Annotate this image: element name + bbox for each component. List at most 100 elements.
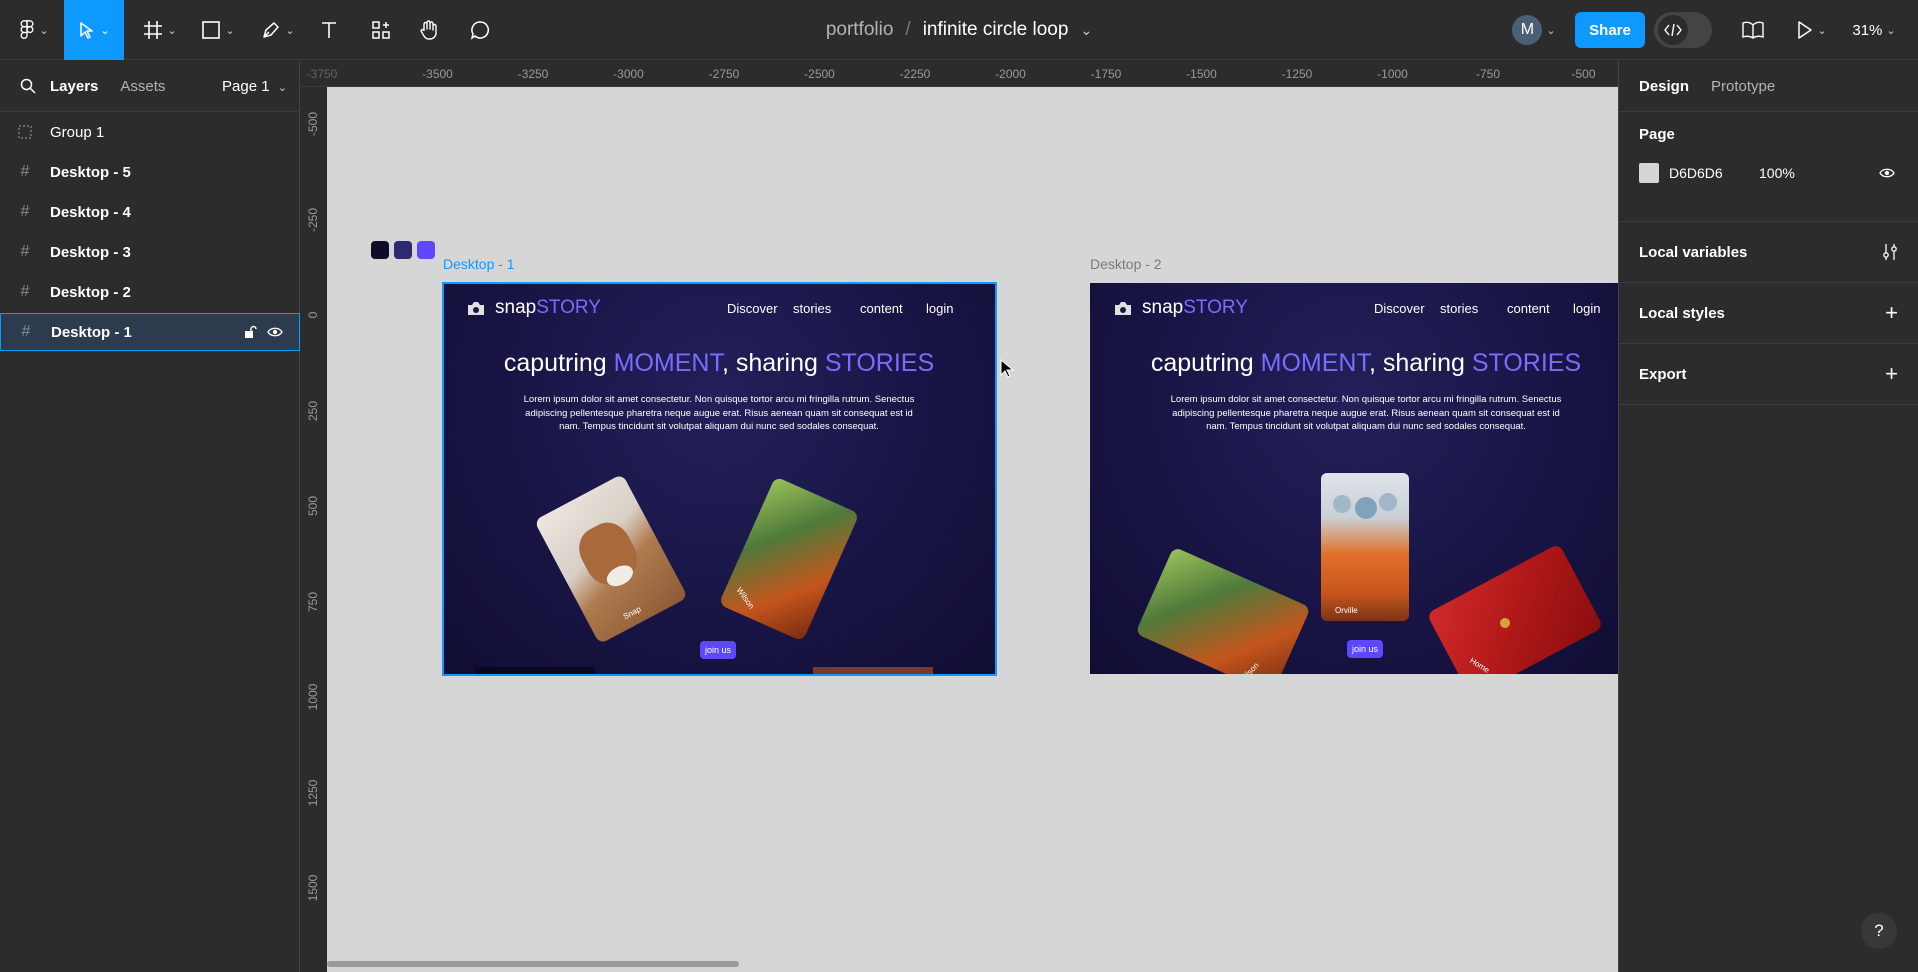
group-dashed-icon <box>0 125 50 139</box>
horizontal-scrollbar[interactable] <box>327 961 739 967</box>
join-button[interactable]: join us <box>1347 640 1384 658</box>
layer-desktop-4[interactable]: # Desktop - 4 <box>0 193 300 231</box>
unlock-icon[interactable] <box>243 325 257 343</box>
eye-icon[interactable] <box>1879 166 1895 180</box>
comment-tool-button[interactable] <box>465 0 495 60</box>
swatch-indigo[interactable] <box>394 241 412 259</box>
swatch-purple[interactable] <box>417 241 435 259</box>
help-button[interactable]: ? <box>1861 913 1897 949</box>
hand-tool-button[interactable] <box>414 0 444 60</box>
ruler-tick-label: 250 <box>306 400 320 421</box>
card-orville: Orville <box>1321 473 1409 621</box>
tab-design[interactable]: Design <box>1639 78 1689 95</box>
figma-menu-button[interactable]: ⌄ <box>14 0 54 60</box>
plus-icon[interactable]: + <box>1885 361 1898 387</box>
file-name[interactable]: infinite circle loop <box>923 19 1069 41</box>
move-tool-button[interactable]: ⌄ <box>64 0 124 60</box>
search-icon[interactable] <box>20 78 36 94</box>
page-color-hex[interactable]: D6D6D6 <box>1669 165 1723 181</box>
layer-label: Desktop - 1 <box>51 323 132 341</box>
tab-layers[interactable]: Layers <box>50 78 98 95</box>
ruler-tick-label: -1000 <box>1377 67 1408 81</box>
text-t-icon <box>322 22 336 38</box>
page-opacity[interactable]: 100% <box>1759 165 1795 181</box>
book-icon <box>1742 21 1764 39</box>
nav-content: content <box>1507 301 1550 316</box>
properties-tabs: Design Prototype <box>1619 61 1918 111</box>
layer-desktop-3[interactable]: # Desktop - 3 <box>0 233 300 271</box>
ruler-horizontal: -3750 -3500 -3250 -3000 -2750 -2500 -2250 -2000… <box>300 61 1618 87</box>
avatar-menu[interactable]: M ⌄ <box>1504 0 1564 60</box>
tab-prototype[interactable]: Prototype <box>1711 78 1775 95</box>
ruler-tick-label: -1250 <box>1281 67 1313 81</box>
library-button[interactable] <box>1738 0 1768 60</box>
frame-tool-button[interactable]: ⌄ <box>138 0 182 60</box>
share-button[interactable]: Share <box>1575 12 1645 48</box>
dev-mode-toggle[interactable] <box>1654 0 1712 60</box>
chevron-down-icon: ⌄ <box>1817 24 1827 37</box>
layer-desktop-1[interactable]: # Desktop - 1 <box>0 313 300 351</box>
camera-icon <box>1115 301 1131 315</box>
layers-panel: Layers Assets Page 1 ⌄ Group 1 # Desktop… <box>0 61 300 972</box>
breadcrumb-separator: / <box>905 19 911 40</box>
comment-bubble-icon <box>470 21 490 40</box>
sliders-icon[interactable] <box>1882 243 1898 261</box>
card-label: Home <box>1468 655 1492 674</box>
logo-story: STORY <box>1183 297 1248 318</box>
rectangle-icon <box>202 21 221 39</box>
shape-tool-button[interactable]: ⌄ <box>196 0 240 60</box>
local-styles-label: Local styles <box>1639 304 1725 322</box>
layer-label: Desktop - 5 <box>50 163 131 181</box>
zoom-menu[interactable]: 31% ⌄ <box>1846 0 1902 60</box>
ruler-tick-label: -2250 <box>899 67 931 81</box>
resources-tool-button[interactable] <box>366 0 396 60</box>
play-icon <box>1798 21 1813 39</box>
ruler-tick-label: -3250 <box>517 67 549 81</box>
ruler-tick-label: -3000 <box>613 67 644 81</box>
local-variables-section[interactable]: Local variables <box>1619 222 1918 283</box>
export-section[interactable]: Export + <box>1619 344 1918 405</box>
chevron-down-icon: ⌄ <box>277 81 287 94</box>
layer-desktop-5[interactable]: # Desktop - 5 <box>0 153 300 191</box>
card-label: Orville <box>1335 606 1358 615</box>
divider <box>0 111 300 112</box>
tab-assets[interactable]: Assets <box>120 78 165 95</box>
layer-desktop-2[interactable]: # Desktop - 2 <box>0 273 300 311</box>
layer-label: Desktop - 4 <box>50 203 131 221</box>
properties-panel: Design Prototype Page D6D6D6 100% Local … <box>1618 61 1918 972</box>
nav-login: login <box>1573 301 1601 316</box>
hero-body: Lorem ipsum dolor sit amet consectetur. … <box>1170 394 1562 432</box>
page-section: Page D6D6D6 100% <box>1619 112 1918 222</box>
present-button[interactable]: ⌄ <box>1792 0 1832 60</box>
page-section-title: Page <box>1639 126 1675 143</box>
canvas[interactable]: Desktop - 1 snap STORY Discover stories c… <box>327 87 1618 972</box>
swatch-dark[interactable] <box>371 241 389 259</box>
page-color-swatch[interactable] <box>1639 163 1659 183</box>
frame-label-desktop-1[interactable]: Desktop - 1 <box>443 256 515 272</box>
share-button-wrap: Share <box>1575 0 1645 60</box>
hand-icon <box>420 20 437 40</box>
page-selector-label: Page 1 <box>222 77 270 95</box>
chevron-down-icon: ⌄ <box>285 24 295 37</box>
chevron-down-icon: ⌄ <box>39 24 49 37</box>
text-tool-button[interactable] <box>314 0 344 60</box>
local-styles-section[interactable]: Local styles + <box>1619 283 1918 344</box>
frame-label-desktop-2[interactable]: Desktop - 2 <box>1090 256 1162 272</box>
project-name[interactable]: portfolio <box>826 19 894 41</box>
pen-icon <box>263 22 280 38</box>
plus-icon[interactable]: + <box>1885 300 1898 326</box>
frame-desktop-2[interactable]: snap STORY Discover stories content login… <box>1090 283 1618 674</box>
hero-a: caputring <box>1150 349 1261 377</box>
cursor-arrow-icon <box>80 22 94 39</box>
chevron-down-icon[interactable]: ⌄ <box>1080 22 1092 39</box>
page-selector[interactable]: Page 1 ⌄ <box>222 78 287 95</box>
ruler-tick-label: -500 <box>1571 67 1596 81</box>
eye-icon[interactable] <box>267 325 283 343</box>
frame-hash-icon: # <box>20 163 30 180</box>
frame-hash-icon: # <box>20 283 30 300</box>
zoom-level: 31% <box>1852 21 1883 39</box>
pen-tool-button[interactable]: ⌄ <box>256 0 300 60</box>
layer-group-1[interactable]: Group 1 <box>0 113 300 151</box>
astronaut-helmet <box>1379 493 1397 511</box>
ruler-tick-label: -1500 <box>1186 67 1217 81</box>
